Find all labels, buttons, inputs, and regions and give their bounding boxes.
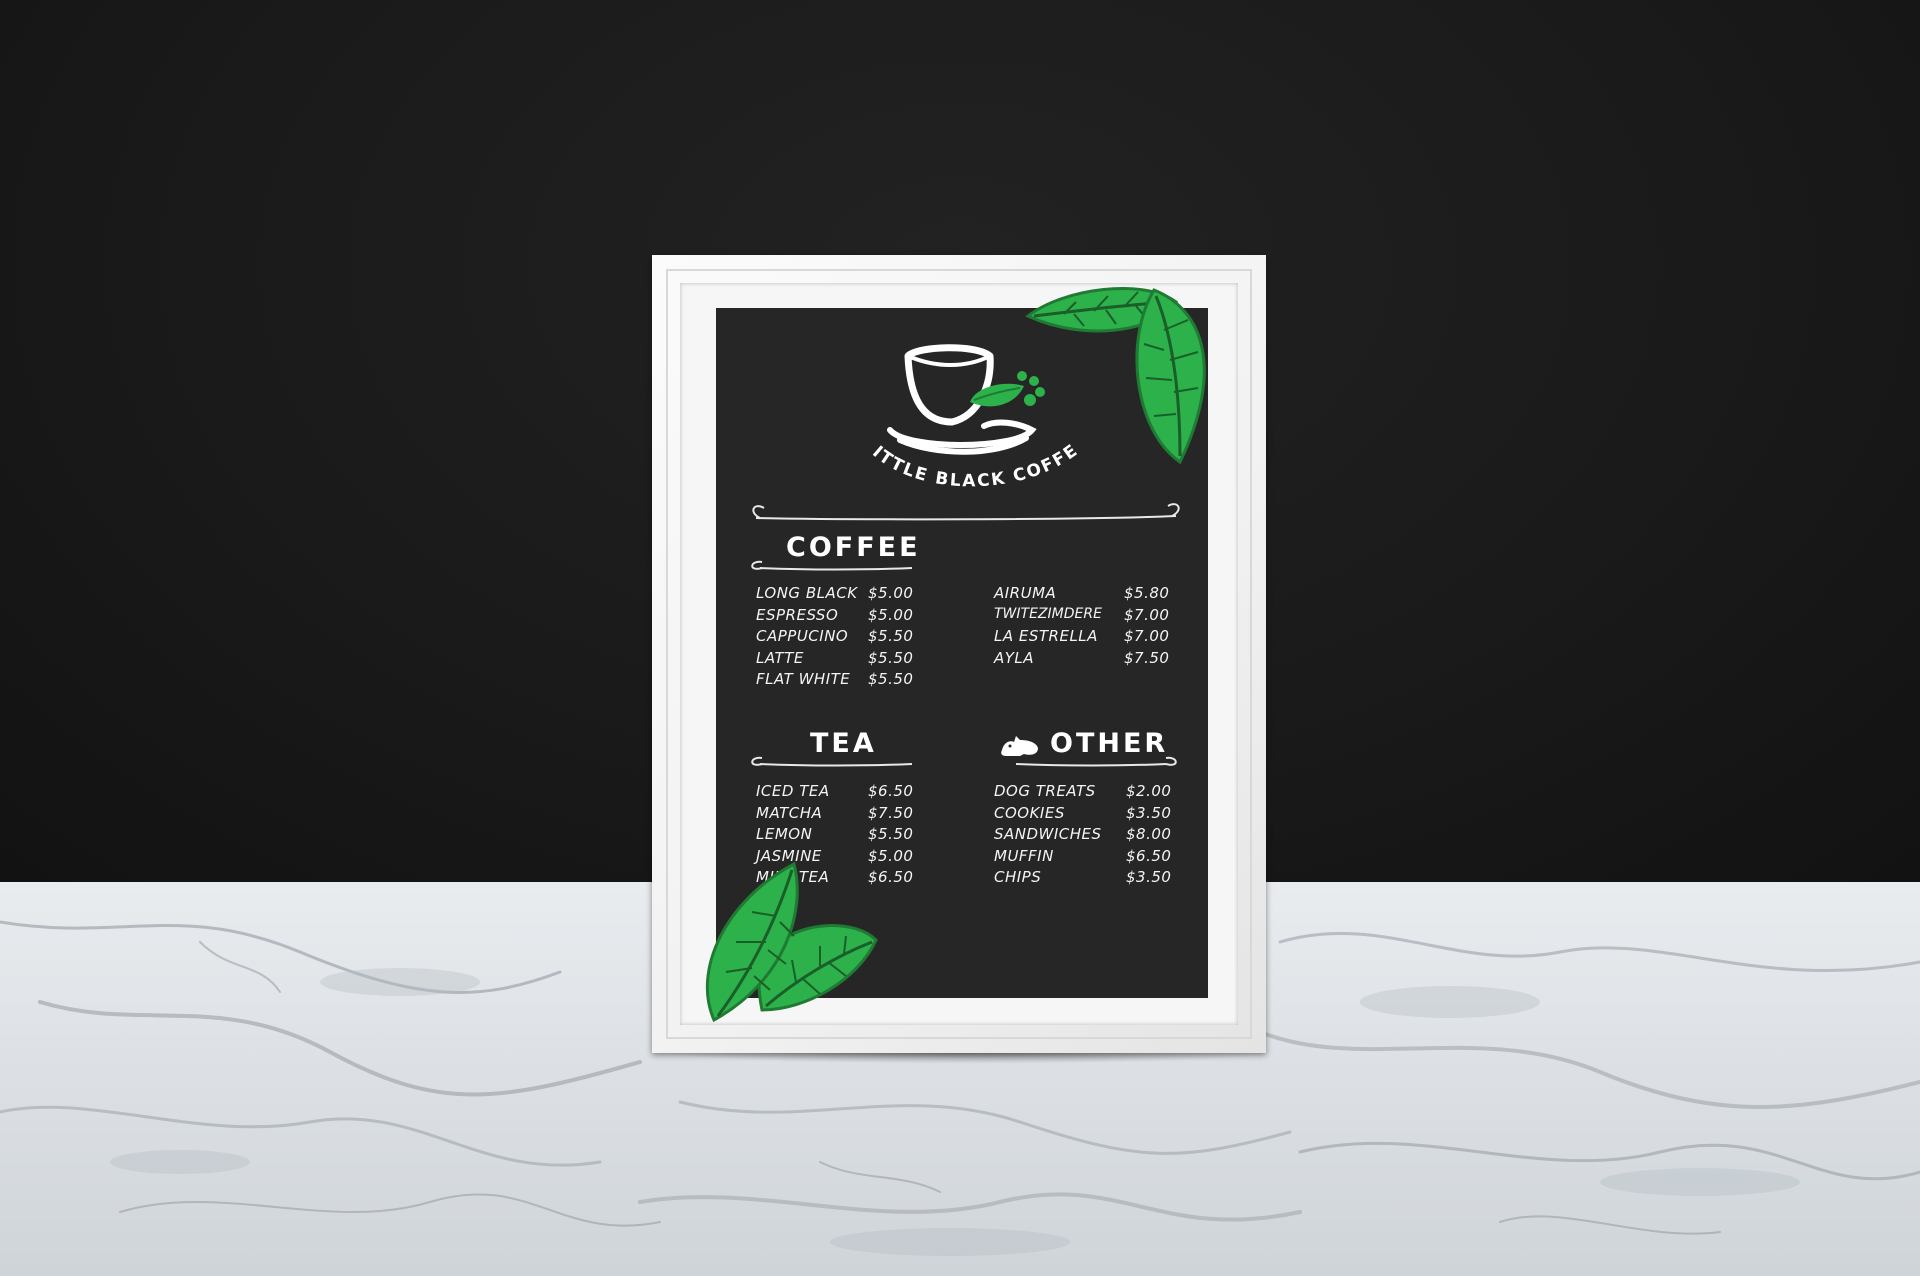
menu-item-price: $5.50 bbox=[868, 825, 914, 843]
menu-item-name: SANDWICHES bbox=[994, 825, 1102, 843]
list-item: ICED TEA $6.50 bbox=[756, 782, 926, 804]
menu-item-price: $3.50 bbox=[1126, 803, 1172, 822]
menu-item-price: $6.50 bbox=[868, 782, 914, 800]
menu-item-price: $5.00 bbox=[868, 584, 914, 602]
menu-item-name: LATTE bbox=[756, 648, 804, 667]
menu-item-price: $7.50 bbox=[868, 803, 914, 822]
menu-item-name: CAPPUCINO bbox=[756, 627, 849, 645]
coffee-heading-underline bbox=[751, 560, 913, 571]
menu-item-name: AYLA bbox=[994, 648, 1035, 667]
menu-item-name: LA ESTRELLA bbox=[994, 627, 1098, 645]
list-item: MATCHA $7.50 bbox=[756, 804, 926, 826]
menu-item-name: TWITEZIMDERE bbox=[994, 605, 1102, 622]
menu-item-price: $7.00 bbox=[1124, 627, 1170, 645]
menu-item-name: AIRUMA bbox=[994, 584, 1057, 602]
logo-divider bbox=[752, 503, 1180, 521]
list-item: LONG BLACK $5.00 bbox=[756, 584, 926, 606]
list-item: FLAT WHITE $5.50 bbox=[756, 670, 926, 692]
list-item: DOG TREATS $2.00 bbox=[994, 782, 1174, 804]
list-item: AYLA $7.50 bbox=[994, 649, 1174, 671]
tea-heading-underline bbox=[751, 756, 913, 767]
menu-item-name: ICED TEA bbox=[756, 782, 830, 800]
menu-item-price: $7.00 bbox=[1124, 605, 1170, 624]
list-item: CHIPS $3.50 bbox=[994, 868, 1174, 890]
menu-item-name: LONG BLACK bbox=[756, 584, 858, 602]
coffee-cup-leaf-paw-icon bbox=[887, 344, 1045, 455]
list-item: CAPPUCINO $5.50 bbox=[756, 627, 926, 649]
menu-item-price: $5.50 bbox=[868, 670, 914, 688]
list-item: LEMON $5.50 bbox=[756, 825, 926, 847]
menu-item-price: $8.00 bbox=[1126, 825, 1172, 843]
coffee-list-left: LONG BLACK $5.00 ESPRESSO $5.00 CAPPUCIN… bbox=[756, 584, 926, 692]
list-item: AIRUMA $5.80 bbox=[994, 584, 1174, 606]
menu-item-name: CHIPS bbox=[994, 868, 1042, 886]
menu-item-price: $5.00 bbox=[868, 605, 914, 624]
menu-item-price: $6.50 bbox=[1126, 846, 1172, 865]
list-item: MUFFIN $6.50 bbox=[994, 847, 1174, 869]
menu-item-name: COOKIES bbox=[994, 803, 1065, 822]
list-item: ESPRESSO $5.00 bbox=[756, 606, 926, 628]
menu-item-price: $7.50 bbox=[1124, 648, 1170, 667]
menu-item-name: LEMON bbox=[756, 825, 813, 843]
menu-item-price: $5.50 bbox=[868, 627, 914, 645]
menu-item-price: $5.80 bbox=[1124, 584, 1170, 602]
list-item: LA ESTRELLA $7.00 bbox=[994, 627, 1174, 649]
list-item: LATTE $5.50 bbox=[756, 649, 926, 671]
menu-item-name: MATCHA bbox=[756, 803, 823, 822]
other-list: DOG TREATS $2.00 COOKIES $3.50 SANDWICHE… bbox=[994, 782, 1174, 890]
menu-item-name: FLAT WHITE bbox=[756, 670, 851, 688]
menu-item-price: $3.50 bbox=[1126, 868, 1172, 886]
coffee-list-right: AIRUMA $5.80 TWITEZIMDERE $7.00 LA ESTRE… bbox=[994, 584, 1174, 670]
other-heading-underline bbox=[1015, 756, 1177, 767]
menu-item-price: $5.50 bbox=[868, 648, 914, 667]
leaf-icon bbox=[1135, 288, 1206, 465]
list-item: SANDWICHES $8.00 bbox=[994, 825, 1174, 847]
list-item: TWITEZIMDERE $7.00 bbox=[994, 606, 1174, 628]
leaf-cluster-bottom-left-icon bbox=[705, 861, 878, 1023]
menu-item-name: DOG TREATS bbox=[994, 782, 1096, 800]
leaf-cluster-top-right-icon bbox=[1025, 286, 1206, 465]
menu-item-name: MUFFIN bbox=[994, 846, 1054, 865]
menu-item-name: ESPRESSO bbox=[756, 605, 839, 624]
list-item: COOKIES $3.50 bbox=[994, 804, 1174, 826]
menu-item-price: $2.00 bbox=[1126, 782, 1172, 800]
